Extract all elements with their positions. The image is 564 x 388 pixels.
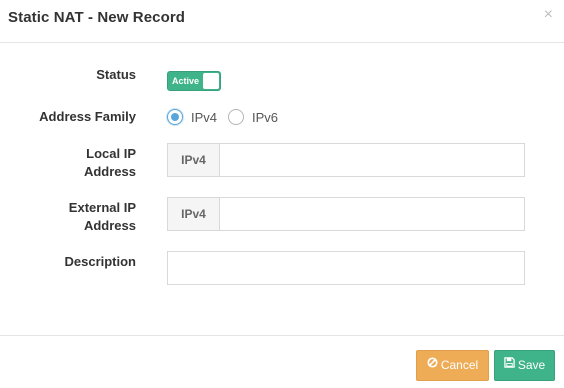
- address-family-label: Address Family: [39, 109, 136, 124]
- status-toggle[interactable]: Active: [167, 71, 221, 91]
- radio-ipv4-label: IPv4: [191, 110, 218, 125]
- status-toggle-text: Active: [172, 76, 200, 86]
- local-ip-label-line2: Address: [83, 164, 136, 179]
- local-ip-label: Local IP Address: [0, 145, 136, 181]
- local-ip-addon: IPv4: [168, 144, 220, 176]
- toggle-knob: [203, 73, 219, 89]
- local-ip-label-line1: Local IP: [86, 146, 136, 161]
- description-label: Description: [64, 254, 136, 269]
- radio-ipv6-label: IPv6: [252, 110, 279, 125]
- dialog-title: Static NAT - New Record: [8, 9, 186, 26]
- save-button-label: Save: [517, 358, 546, 372]
- local-ip-input-group: IPv4: [167, 143, 525, 177]
- floppy-disk-icon: [504, 350, 515, 379]
- static-nat-dialog: Static NAT - New Record × Status Active …: [0, 0, 564, 388]
- external-ip-addon: IPv4: [168, 198, 220, 230]
- cancel-button-label: Cancel: [440, 358, 479, 372]
- status-label: Status: [96, 67, 136, 82]
- description-input[interactable]: [167, 251, 525, 285]
- ban-icon: [427, 350, 438, 379]
- footer-divider: [0, 335, 564, 336]
- external-ip-input-group: IPv4: [167, 197, 525, 231]
- local-ip-input[interactable]: [220, 144, 524, 176]
- save-button[interactable]: Save: [494, 350, 555, 381]
- radio-ipv4-circle[interactable]: [167, 109, 183, 125]
- radio-ipv6-circle[interactable]: [228, 109, 244, 125]
- radio-selected-dot: [171, 113, 179, 121]
- dialog-header: Static NAT - New Record ×: [0, 0, 564, 43]
- external-ip-input[interactable]: [220, 198, 524, 230]
- external-ip-label: External IP Address: [0, 199, 136, 235]
- external-ip-label-line1: External IP: [68, 200, 136, 215]
- external-ip-label-line2: Address: [83, 218, 136, 233]
- cancel-button[interactable]: Cancel: [416, 350, 489, 381]
- close-icon[interactable]: ×: [544, 7, 553, 23]
